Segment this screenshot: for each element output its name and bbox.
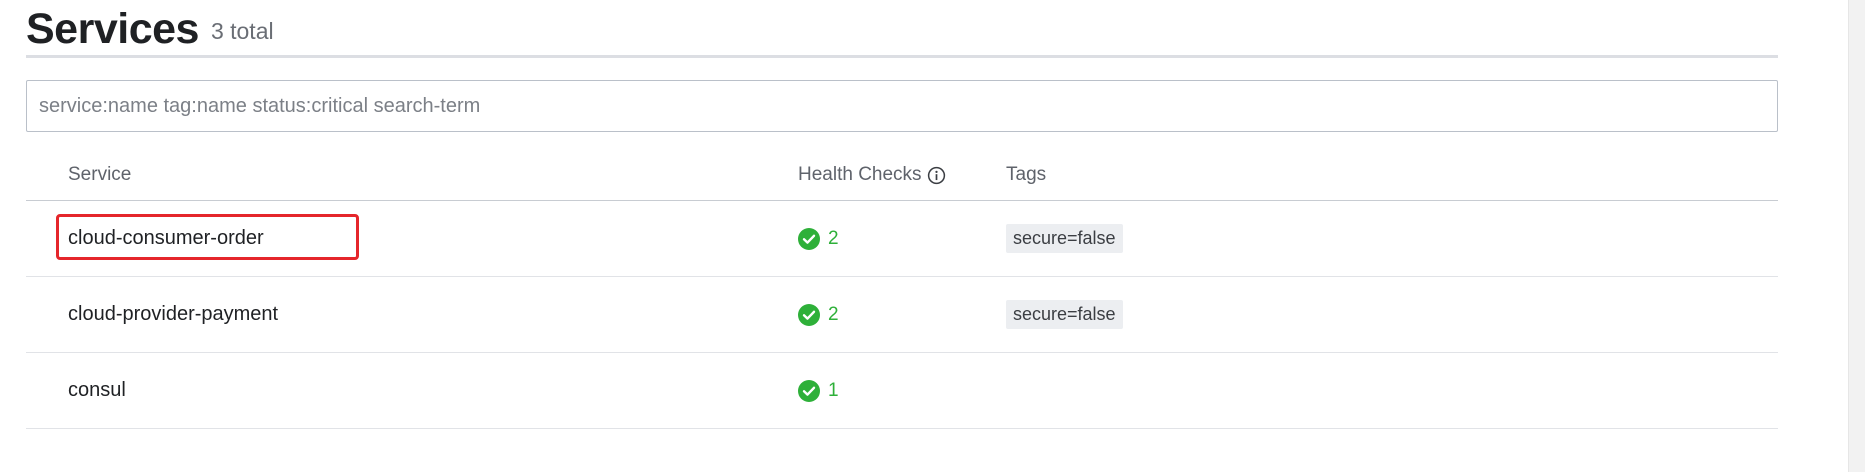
passing-checks-count: 1	[828, 379, 839, 401]
column-header-health-checks: Health Checks	[798, 164, 946, 186]
health-checks-cell: 2	[798, 201, 839, 276]
column-header-tags: Tags	[1006, 164, 1046, 186]
service-cell: consul	[68, 353, 126, 428]
page-title: Services	[26, 5, 199, 53]
column-header-tags-label: Tags	[1006, 164, 1047, 185]
check-circle-icon	[798, 303, 820, 326]
check-circle-icon	[798, 379, 820, 402]
tags-cell: secure=false	[1006, 277, 1123, 352]
search-input[interactable]	[27, 81, 1777, 131]
check-circle-icon	[798, 227, 820, 250]
column-header-service-label: Service	[68, 164, 132, 185]
table-row[interactable]: consul 1	[26, 353, 1778, 429]
tags-cell: secure=false	[1006, 201, 1123, 276]
service-link[interactable]: cloud-consumer-order	[68, 227, 264, 250]
table-header: Service Health Checks Tags	[26, 150, 1778, 201]
service-cell: cloud-provider-payment	[68, 277, 278, 352]
health-checks-cell: 1	[798, 353, 839, 428]
info-icon[interactable]	[927, 166, 946, 185]
column-header-service: Service	[68, 164, 131, 186]
tag-badge: secure=false	[1006, 224, 1123, 253]
health-checks-cell: 2	[798, 277, 839, 352]
page-header: Services 3 total	[26, 0, 1778, 58]
column-header-health-label: Health Checks	[798, 164, 922, 185]
search-bar	[26, 80, 1778, 132]
service-link[interactable]: consul	[68, 379, 126, 402]
table-row[interactable]: cloud-provider-payment 2 secure=false	[26, 277, 1778, 353]
service-count: 3 total	[210, 18, 274, 44]
service-cell: cloud-consumer-order	[68, 201, 264, 276]
services-table: Service Health Checks Tags cloud-consume…	[26, 150, 1778, 429]
passing-checks-count: 2	[828, 303, 839, 325]
service-link[interactable]: cloud-provider-payment	[68, 303, 278, 326]
vertical-scrollbar[interactable]	[1848, 0, 1865, 472]
tag-badge: secure=false	[1006, 300, 1123, 329]
passing-checks-count: 2	[828, 227, 839, 249]
services-page: Services 3 total Service Health Checks	[26, 0, 1778, 429]
table-row[interactable]: cloud-consumer-order 2 secure=false	[26, 201, 1778, 277]
